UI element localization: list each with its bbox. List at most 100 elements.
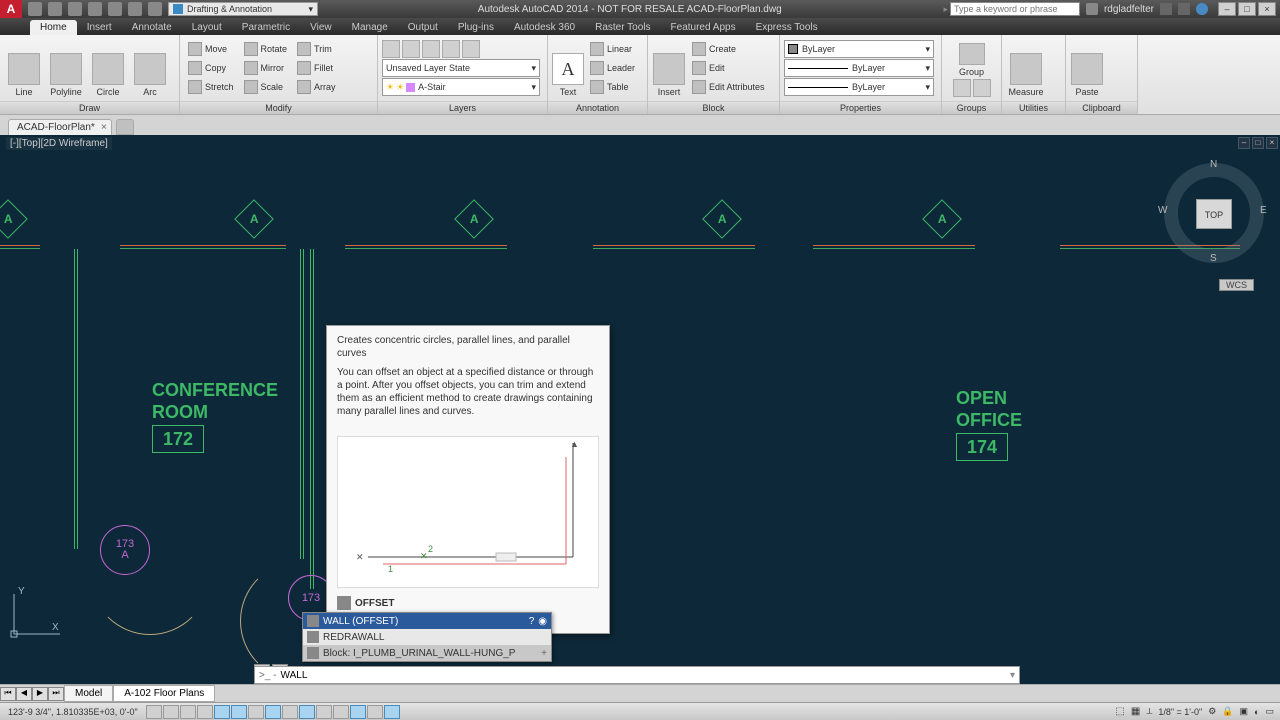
tpy-toggle[interactable]: [333, 705, 349, 719]
layer-state-combo[interactable]: Unsaved Layer State▾: [382, 59, 540, 77]
group-button[interactable]: Group: [955, 37, 989, 77]
panel-title-draw[interactable]: Draw: [0, 101, 179, 114]
help-icon[interactable]: ?: [529, 616, 535, 627]
new-icon[interactable]: [28, 2, 42, 16]
qp-toggle[interactable]: [350, 705, 366, 719]
fillet-button[interactable]: Fillet: [293, 59, 340, 77]
edit-attributes-button[interactable]: Edit Attributes: [688, 78, 769, 96]
close-button[interactable]: ×: [1258, 2, 1276, 16]
lwt-toggle[interactable]: [316, 705, 332, 719]
tab-insert[interactable]: Insert: [77, 20, 122, 35]
erase-icon[interactable]: [342, 40, 360, 58]
ortho-toggle[interactable]: [197, 705, 213, 719]
edit-block-button[interactable]: Edit: [688, 59, 769, 77]
polyline-button[interactable]: Polyline: [46, 39, 86, 97]
tab-output[interactable]: Output: [398, 20, 448, 35]
autocomplete-item-selected[interactable]: WALL (OFFSET)?◉: [303, 613, 551, 629]
autocomplete-item[interactable]: REDRAWALL: [303, 629, 551, 645]
circle-button[interactable]: Circle: [88, 39, 128, 97]
open-icon[interactable]: [48, 2, 62, 16]
layer-off-icon[interactable]: [462, 40, 480, 58]
group-edit-icon[interactable]: [953, 79, 971, 97]
panel-title-modify[interactable]: Modify: [180, 101, 377, 114]
user-block[interactable]: rdgladfelter: [1080, 3, 1214, 15]
isolate-objects-icon[interactable]: ◐: [1254, 707, 1259, 717]
maximize-button[interactable]: □: [1238, 2, 1256, 16]
array-button[interactable]: Array: [293, 78, 340, 96]
layer-iso-icon[interactable]: [422, 40, 440, 58]
viewcube[interactable]: TOP N S W E: [1164, 163, 1264, 263]
lineweight-combo[interactable]: ByLayer▾: [784, 78, 934, 96]
rotate-button[interactable]: Rotate: [240, 40, 292, 58]
coordinates-readout[interactable]: 123'-9 3/4", 1.810335E+03, 0'-0": [0, 707, 146, 717]
tab-expresstools[interactable]: Express Tools: [746, 20, 828, 35]
copyclip-icon[interactable]: [1106, 59, 1124, 77]
ducs-toggle[interactable]: [282, 705, 298, 719]
sc-toggle[interactable]: [367, 705, 383, 719]
drawing-canvas[interactable]: [-][Top][2D Wireframe] – □ × A A A A A C…: [0, 135, 1280, 684]
document-tab[interactable]: ACAD-FloorPlan*: [8, 119, 112, 135]
osnap-toggle[interactable]: [231, 705, 247, 719]
ungroup-icon[interactable]: [973, 79, 991, 97]
app-icon[interactable]: A: [0, 0, 22, 18]
infer-toggle[interactable]: [146, 705, 162, 719]
tab-featuredapps[interactable]: Featured Apps: [661, 20, 746, 35]
leader-button[interactable]: Leader: [586, 59, 639, 77]
dyn-toggle[interactable]: [299, 705, 315, 719]
undo-icon[interactable]: [128, 2, 142, 16]
redo-icon[interactable]: [148, 2, 162, 16]
layer-states-icon[interactable]: [402, 40, 420, 58]
layout-last-icon[interactable]: ⏭: [48, 687, 64, 701]
panel-title-clipboard[interactable]: Clipboard: [1066, 101, 1137, 114]
tab-plugins[interactable]: Plug-ins: [448, 20, 504, 35]
offset-icon[interactable]: [342, 78, 360, 96]
move-button[interactable]: Move: [184, 40, 238, 58]
autocomplete-item[interactable]: Block: I_PLUMB_URINAL_WALL-HUNG_P+: [303, 645, 551, 661]
table-button[interactable]: Table: [586, 78, 639, 96]
stayconnected-icon[interactable]: [1178, 3, 1190, 15]
measure-button[interactable]: Measure: [1006, 39, 1046, 97]
viewport-label[interactable]: [-][Top][2D Wireframe]: [6, 137, 112, 150]
panel-title-layers[interactable]: Layers: [378, 101, 547, 114]
color-combo[interactable]: ByLayer▾: [784, 40, 934, 58]
search-input[interactable]: [950, 2, 1080, 16]
help-icon[interactable]: [1196, 3, 1208, 15]
cut-icon[interactable]: [1106, 40, 1124, 58]
tab-home[interactable]: Home: [30, 20, 77, 35]
panel-title-properties[interactable]: Properties: [780, 101, 941, 114]
tab-autodesk360[interactable]: Autodesk 360: [504, 20, 585, 35]
clean-screen-icon[interactable]: ▭: [1265, 706, 1274, 717]
copy-button[interactable]: Copy: [184, 59, 238, 77]
tab-rastertools[interactable]: Raster Tools: [585, 20, 660, 35]
snap-toggle[interactable]: [163, 705, 179, 719]
layer-current-combo[interactable]: ☀☀A-Stair▾: [382, 78, 540, 96]
lock-ui-icon[interactable]: 🔒: [1222, 706, 1233, 717]
anno-scale-value[interactable]: 1/8" = 1'-0": [1158, 707, 1202, 717]
viewport-close-icon[interactable]: ×: [1266, 137, 1278, 149]
workspace-selector[interactable]: Drafting & Annotation ▾: [168, 2, 318, 16]
wcs-tag[interactable]: WCS: [1219, 279, 1254, 291]
viewport-min-icon[interactable]: –: [1238, 137, 1250, 149]
minimize-button[interactable]: –: [1218, 2, 1236, 16]
viewport-max-icon[interactable]: □: [1252, 137, 1264, 149]
linetype-combo[interactable]: ByLayer▾: [784, 59, 934, 77]
globe-icon[interactable]: ◉: [538, 616, 547, 627]
otrack-toggle[interactable]: [265, 705, 281, 719]
am-toggle[interactable]: [384, 705, 400, 719]
model-tab[interactable]: Model: [64, 685, 113, 702]
arc-button[interactable]: Arc: [130, 39, 170, 97]
insert-block-button[interactable]: Insert: [652, 39, 686, 97]
tab-manage[interactable]: Manage: [342, 20, 398, 35]
layout-tab-a102[interactable]: A-102 Floor Plans: [113, 685, 215, 702]
panel-title-utilities[interactable]: Utilities: [1002, 101, 1065, 114]
save-icon[interactable]: [68, 2, 82, 16]
trim-button[interactable]: Trim: [293, 40, 340, 58]
tab-view[interactable]: View: [300, 20, 342, 35]
layer-freeze-icon[interactable]: [442, 40, 460, 58]
panel-title-block[interactable]: Block: [648, 101, 779, 114]
panel-title-annotation[interactable]: Annotation: [548, 101, 647, 114]
exchange-icon[interactable]: [1160, 3, 1172, 15]
saveas-icon[interactable]: [88, 2, 102, 16]
matchprop-icon[interactable]: [1106, 78, 1124, 96]
tab-parametric[interactable]: Parametric: [232, 20, 300, 35]
